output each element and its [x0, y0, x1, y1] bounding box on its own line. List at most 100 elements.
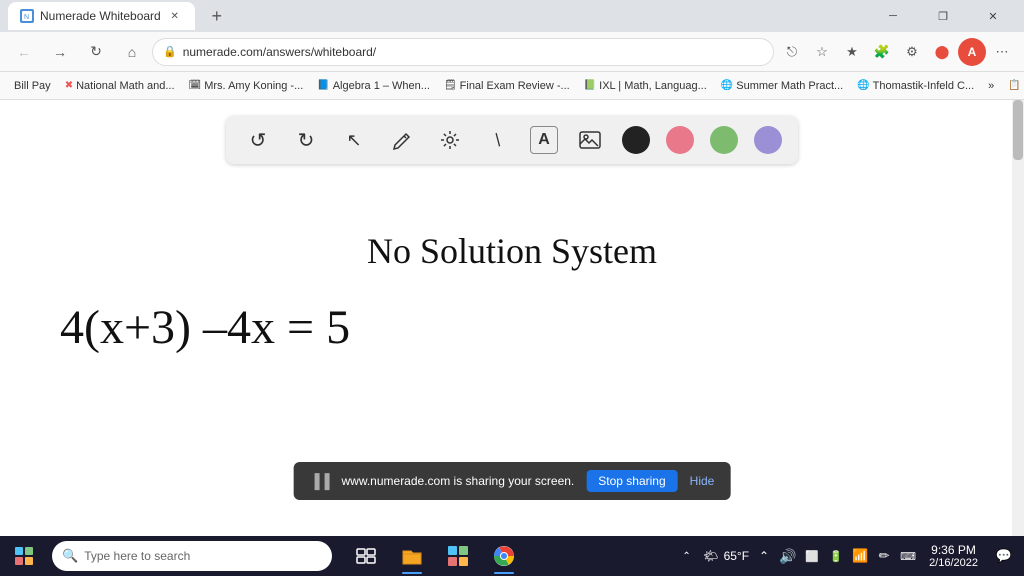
forward-button[interactable]: → [44, 36, 76, 68]
tray-pen-icon[interactable]: ✏ [873, 536, 895, 576]
store-icon [446, 544, 470, 568]
window-controls: ─ ❐ ✕ [870, 0, 1016, 32]
color-green-button[interactable] [710, 126, 738, 154]
bookmark-ixl[interactable]: 📗 IXL | Math, Languag... [578, 78, 713, 94]
settings-button[interactable]: ⋯ [988, 38, 1016, 66]
tab-close-button[interactable]: ✕ [167, 8, 183, 24]
color-black-button[interactable] [622, 126, 650, 154]
system-tray: ⌃ 🌤 65°F ⌃ 🔊 ⬜ 🔋 📶 ✏ ⌨ 9:36 PM 2/16/2022… [676, 536, 1024, 576]
taskbar: 🔍 Type here to search [0, 536, 1024, 576]
select-tool-button[interactable]: ↖ [338, 124, 370, 156]
bookmark-label: Thomastik-Infeld C... [873, 80, 974, 92]
share-indicator-icon: ▐▐ [310, 473, 330, 489]
tray-wifi-icon[interactable]: 📶 [849, 536, 871, 576]
chrome-icon [492, 544, 516, 568]
taskbar-app-store[interactable] [436, 536, 480, 576]
bookmark-label: IXL | Math, Languag... [599, 80, 707, 92]
tray-speaker-icon[interactable]: 🔊 [777, 536, 799, 576]
bookmark-reading-list[interactable]: 📋 Reading list [1002, 78, 1024, 94]
address-text: numerade.com/answers/whiteboard/ [183, 45, 763, 59]
bookmark-label: National Math and... [76, 80, 174, 92]
extension-button[interactable]: 🧩 [868, 38, 896, 66]
maximize-button[interactable]: ❐ [920, 0, 966, 32]
address-bar[interactable]: 🔒 numerade.com/answers/whiteboard/ [152, 38, 774, 66]
share-banner-text: www.numerade.com is sharing your screen. [342, 474, 575, 488]
windows-icon [15, 547, 33, 565]
bookmark-thomastik[interactable]: 🌐 Thomastik-Infeld C... [851, 78, 980, 94]
undo-button[interactable]: ↺ [242, 124, 274, 156]
taskbar-search-icon: 🔍 [62, 548, 78, 564]
bookmark-national-math[interactable]: ✖ National Math and... [59, 78, 181, 94]
taskbar-apps [344, 536, 526, 576]
notification-button[interactable]: 💬 [988, 536, 1020, 576]
tray-temperature: 65°F [724, 549, 749, 563]
whiteboard-title: No Solution System [367, 230, 657, 272]
bookmark-amy-koning[interactable]: 🗓 Mrs. Amy Koning -... [183, 78, 310, 94]
bookmark-label: Final Exam Review -... [460, 80, 570, 92]
taskbar-search-bar[interactable]: 🔍 Type here to search [52, 541, 332, 571]
taskbar-app-taskview[interactable] [344, 536, 388, 576]
tray-battery-icon[interactable]: 🔋 [825, 536, 847, 576]
bookmarks-bar: Bill Pay ✖ National Math and... 🗓 Mrs. A… [0, 72, 1024, 100]
bookmark-algebra[interactable]: 📘 Algebra 1 – When... [311, 78, 436, 94]
taskbar-time: 9:36 PM [931, 543, 976, 557]
whiteboard-toolbar: ↺ ↻ ↖ / A [226, 116, 798, 164]
stop-sharing-button[interactable]: Stop sharing [586, 470, 677, 492]
extensions-more-button[interactable]: ⚙ [898, 38, 926, 66]
home-button[interactable]: ⌂ [116, 36, 148, 68]
tab-favicon: N [20, 9, 34, 23]
new-tab-button[interactable]: + [203, 2, 231, 30]
taskview-icon [354, 544, 378, 568]
scrollbar[interactable] [1012, 100, 1024, 536]
taskbar-date: 2/16/2022 [929, 557, 978, 569]
lock-icon: 🔒 [163, 45, 177, 58]
line-tool-button[interactable]: / [476, 118, 520, 162]
file-explorer-icon [400, 544, 424, 568]
bookmark-label: Summer Math Pract... [736, 80, 843, 92]
bookmark-summer-math[interactable]: 🌐 Summer Math Pract... [715, 78, 849, 94]
bookmarks-more-button[interactable]: » [982, 78, 1000, 94]
close-button[interactable]: ✕ [970, 0, 1016, 32]
tray-arrow-icon[interactable]: ⌃ [676, 536, 698, 576]
taskbar-app-chrome[interactable] [482, 536, 526, 576]
screen-share-banner: ▐▐ www.numerade.com is sharing your scre… [294, 462, 731, 500]
browser-tab[interactable]: N Numerade Whiteboard ✕ [8, 2, 195, 30]
image-tool-button[interactable] [574, 124, 606, 156]
start-button[interactable] [0, 536, 48, 576]
pencil-tool-button[interactable] [386, 124, 418, 156]
main-content: ↺ ↻ ↖ / A [0, 100, 1024, 536]
color-pink-button[interactable] [666, 126, 694, 154]
tools-button[interactable] [434, 124, 466, 156]
bookmark-label: Mrs. Amy Koning -... [204, 80, 303, 92]
tray-tablet-icon[interactable]: ⬜ [801, 536, 823, 576]
taskbar-search-placeholder: Type here to search [84, 549, 190, 563]
redo-button[interactable]: ↻ [290, 124, 322, 156]
tray-network-icon[interactable]: ⌃ [753, 536, 775, 576]
color-purple-button[interactable] [754, 126, 782, 154]
minimize-button[interactable]: ─ [870, 0, 916, 32]
refresh-button[interactable]: ↻ [80, 36, 112, 68]
tab-title: Numerade Whiteboard [40, 9, 161, 23]
taskbar-clock[interactable]: 9:36 PM 2/16/2022 [921, 543, 986, 569]
nav-right-icons: ⎋ ☆ ★ 🧩 ⚙ ⬤ A ⋯ [778, 38, 1016, 66]
tray-weather-icon[interactable]: 🌤 [700, 536, 722, 576]
title-bar: N Numerade Whiteboard ✕ + ─ ❐ ✕ [0, 0, 1024, 32]
profile-button[interactable]: A [958, 38, 986, 66]
share-page-button[interactable]: ⎋ [778, 38, 806, 66]
hide-banner-button[interactable]: Hide [690, 474, 715, 488]
favorite-button[interactable]: ☆ [808, 38, 836, 66]
tray-keyboard-icon[interactable]: ⌨ [897, 536, 919, 576]
screenshare-indicator[interactable]: ⬤ [928, 38, 956, 66]
nav-bar: ← → ↻ ⌂ 🔒 numerade.com/answers/whiteboar… [0, 32, 1024, 72]
bookmark-final-exam[interactable]: 🗒 Final Exam Review -... [438, 78, 576, 94]
taskbar-app-fileexplorer[interactable] [390, 536, 434, 576]
collections-button[interactable]: ★ [838, 38, 866, 66]
bookmark-label: Algebra 1 – When... [333, 80, 430, 92]
bookmark-label: Bill Pay [14, 80, 51, 92]
text-tool-button[interactable]: A [530, 126, 558, 154]
back-button[interactable]: ← [8, 36, 40, 68]
whiteboard-equation: 4(x+3) –4x = 5 [60, 300, 350, 355]
bookmark-bill-pay[interactable]: Bill Pay [8, 78, 57, 94]
scrollbar-thumb[interactable] [1013, 100, 1023, 160]
svg-text:N: N [24, 14, 29, 21]
